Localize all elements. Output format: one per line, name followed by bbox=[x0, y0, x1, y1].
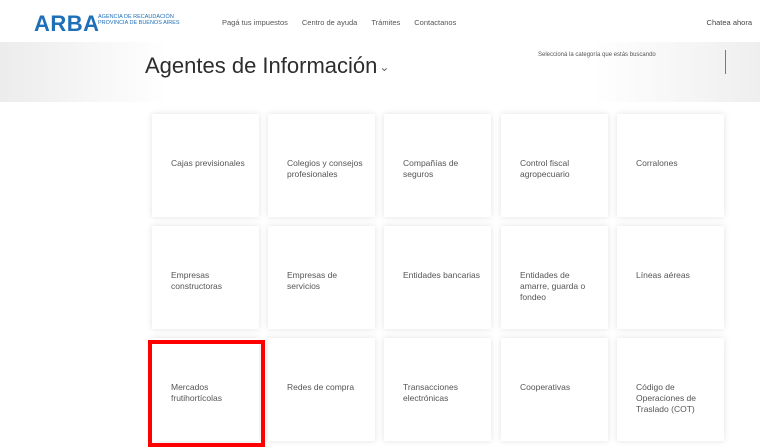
card-cot[interactable]: Código de Operaciones de Traslado (COT) bbox=[617, 338, 724, 441]
card-label: Cooperativas bbox=[520, 382, 571, 392]
card-entidades-bancarias[interactable]: Entidades bancarias bbox=[384, 226, 491, 329]
page-title-text: Agentes de Información bbox=[145, 53, 378, 78]
card-label: Código de Operaciones de Traslado (COT) bbox=[636, 382, 697, 414]
logo-subtitle: Agencia de Recaudación Provincia de Buen… bbox=[98, 14, 180, 26]
card-label: Compañías de seguros bbox=[403, 158, 459, 179]
nav-item-ayuda[interactable]: Centro de ayuda bbox=[302, 18, 357, 27]
main-nav: Pagá tus impuestos Centro de ayuda Trámi… bbox=[222, 18, 456, 27]
card-cajas-previsionales[interactable]: Cajas previsionales bbox=[152, 114, 259, 217]
category-hint: Seleccioná la categoría que estás buscan… bbox=[538, 52, 656, 58]
card-label: Redes de compra bbox=[287, 382, 355, 392]
chevron-down-icon[interactable]: ⌄ bbox=[379, 60, 389, 74]
card-cooperativas[interactable]: Cooperativas bbox=[501, 338, 608, 441]
card-transacciones-electronicas[interactable]: Transacciones electrónicas bbox=[384, 338, 491, 441]
card-entidades-amarre[interactable]: Entidades de amarre, guarda o fondeo bbox=[501, 226, 608, 329]
card-label: Transacciones electrónicas bbox=[403, 382, 458, 403]
card-label: Empresas de servicios bbox=[287, 270, 338, 291]
card-label: Líneas aéreas bbox=[636, 270, 690, 280]
chat-link[interactable]: Chatea ahora bbox=[707, 18, 752, 27]
top-bar: ARBA Agencia de Recaudación Provincia de… bbox=[0, 0, 760, 46]
card-label: Control fiscal agropecuario bbox=[520, 158, 570, 179]
card-label: Empresas constructoras bbox=[171, 270, 223, 291]
card-label: Entidades bancarias bbox=[403, 270, 481, 280]
card-lineas-aereas[interactable]: Líneas aéreas bbox=[617, 226, 724, 329]
divider bbox=[725, 50, 726, 74]
card-mercados-frutihorticolas[interactable]: Mercados frutihortícolas bbox=[152, 338, 259, 441]
card-label: Corralones bbox=[636, 158, 678, 168]
card-colegios[interactable]: Colegios y consejos profesionales bbox=[268, 114, 375, 217]
card-companias-seguros[interactable]: Compañías de seguros bbox=[384, 114, 491, 217]
card-empresas-servicios[interactable]: Empresas de servicios bbox=[268, 226, 375, 329]
nav-item-contacto[interactable]: Contactanos bbox=[414, 18, 456, 27]
card-empresas-constructoras[interactable]: Empresas constructoras bbox=[152, 226, 259, 329]
nav-item-pagos[interactable]: Pagá tus impuestos bbox=[222, 18, 288, 27]
nav-item-tramites[interactable]: Trámites bbox=[371, 18, 400, 27]
card-redes-compra[interactable]: Redes de compra bbox=[268, 338, 375, 441]
card-control-fiscal[interactable]: Control fiscal agropecuario bbox=[501, 114, 608, 217]
page-title[interactable]: Agentes de Información ⌄ bbox=[145, 53, 389, 79]
arba-logo[interactable]: ARBA bbox=[34, 11, 100, 37]
card-corralones[interactable]: Corralones bbox=[617, 114, 724, 217]
card-label: Cajas previsionales bbox=[171, 158, 245, 168]
card-label: Mercados frutihortícolas bbox=[171, 382, 223, 403]
card-label: Entidades de amarre, guarda o fondeo bbox=[520, 270, 586, 302]
card-label: Colegios y consejos profesionales bbox=[287, 158, 363, 179]
